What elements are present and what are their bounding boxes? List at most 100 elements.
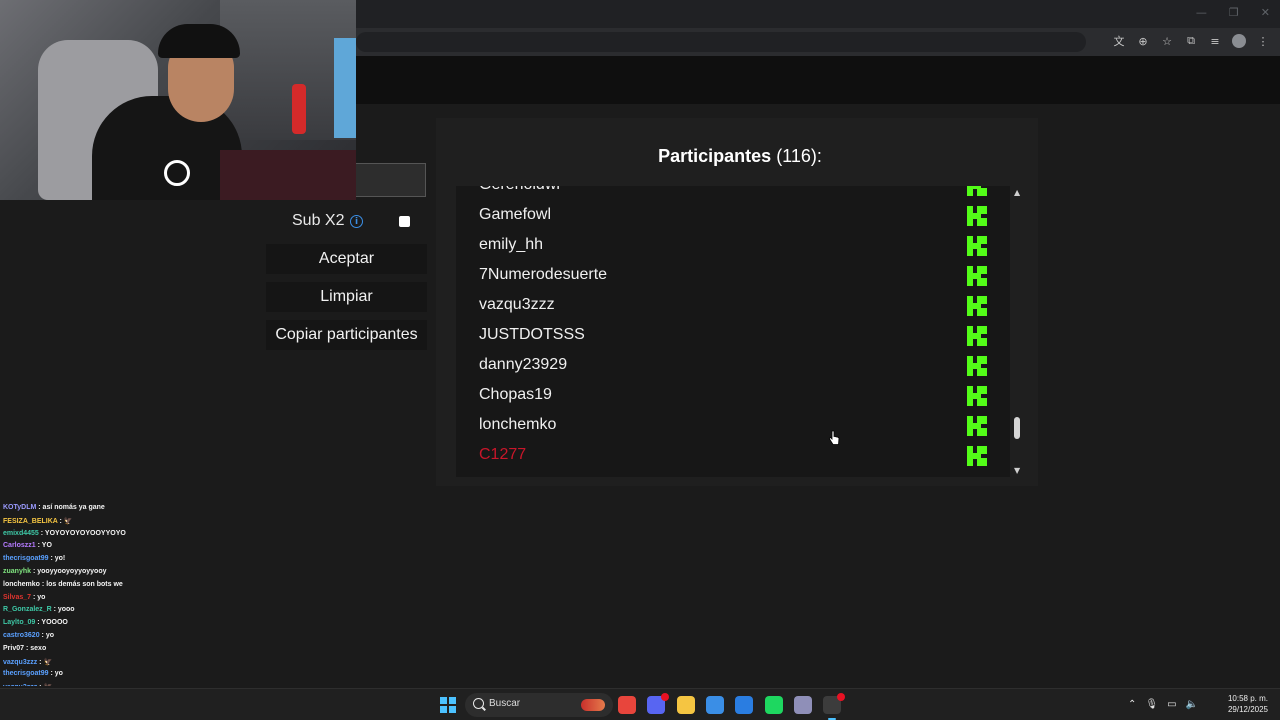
microsoft-store-icon[interactable]: [705, 696, 724, 714]
chat-message: thecrisgoat99 : yo!: [3, 555, 66, 563]
participant-row[interactable]: vazqu3zzz: [456, 291, 1010, 321]
accept-button[interactable]: Aceptar: [266, 244, 427, 274]
mail-icon[interactable]: [735, 696, 754, 714]
participant-row[interactable]: emily_hh: [456, 231, 1010, 261]
maximize-button[interactable]: ❐: [1229, 6, 1239, 19]
kick-icon: [967, 296, 987, 316]
profile-icon[interactable]: [1232, 34, 1246, 48]
spotify-icon[interactable]: [764, 696, 783, 714]
participant-row[interactable]: Chopas19: [456, 381, 1010, 411]
participants-count: (116):: [776, 146, 822, 166]
page-content: Sub X2 i Aceptar Limpiar Copiar particip…: [0, 0, 1280, 688]
participant-row[interactable]: C1277: [456, 441, 1010, 471]
chat-text: yo: [37, 593, 46, 601]
address-bar[interactable]: [356, 32, 1086, 52]
microphone-icon[interactable]: 🎙: [1145, 699, 1158, 710]
scroll-up-arrow-icon[interactable]: ▲: [1014, 188, 1020, 197]
chat-username: emixd4455: [3, 529, 39, 537]
participant-name: 7Numerodesuerte: [479, 266, 608, 283]
chat-text: los demás son bots we: [46, 580, 123, 588]
participants-list[interactable]: Gerenoldwl Gamefowl emily_hh 7Numerodesuert…: [456, 186, 1010, 477]
display-icon[interactable]: ▭: [1167, 699, 1176, 710]
clock-date: 29/12/2025: [1227, 705, 1268, 714]
reading-list-icon[interactable]: ≡: [1208, 34, 1222, 48]
chat-message: emixd4455 : YOYOYOYOYOOYYOYO: [3, 529, 126, 537]
chat-text: así nomás ya gane: [42, 504, 105, 511]
start-button[interactable]: [440, 697, 456, 713]
copy-participants-button[interactable]: Copiar participantes: [266, 320, 427, 350]
search-icon: [473, 698, 484, 709]
chat-message: vazqu3zzz : 🦅: [3, 658, 53, 666]
chat-message: R_Gonzalez_R : yooo: [3, 606, 75, 614]
participant-row[interactable]: Gerenoldwl: [456, 186, 1010, 201]
chat-text: 🦅: [63, 517, 73, 525]
kick-icon: [967, 206, 987, 226]
chat-username: zuanyhk: [3, 568, 32, 575]
chat-username: FESIZA_BELIKA: [3, 517, 58, 525]
menu-icon[interactable]: ⋮: [1256, 34, 1270, 48]
star-icon[interactable]: ☆: [1160, 34, 1174, 48]
chat-message: Carloszz1 : YO: [3, 542, 52, 550]
stream-chat-overlay: KOTyDLM : así nomás ya gane FESIZA_BELIKA…: [0, 502, 220, 686]
chevron-up-icon[interactable]: ⌃: [1128, 699, 1136, 710]
clear-button[interactable]: Limpiar: [266, 282, 427, 312]
search-highlight-icon: [581, 699, 605, 711]
minimize-button[interactable]: —: [1196, 6, 1207, 19]
participant-name: C1277: [479, 446, 527, 463]
chat-text: yooyyooyoyyoyyooy: [37, 568, 107, 575]
scroll-thumb[interactable]: [1014, 417, 1020, 439]
kick-icon: [967, 356, 987, 376]
info-icon[interactable]: i: [350, 215, 363, 228]
participant-row[interactable]: lonchemko: [456, 411, 1010, 441]
participant-name: JUSTDOTSSS: [479, 326, 585, 343]
subx2-row: Sub X2 i: [266, 210, 428, 234]
elgato-logo-icon: [164, 160, 190, 186]
chat-message: vazqu3zzz : 🦅: [3, 683, 52, 686]
chat-text: yo: [54, 670, 63, 678]
kick-icon: [967, 446, 987, 466]
chat-username: lonchemko: [3, 580, 40, 588]
participant-name: Gamefowl: [479, 206, 552, 223]
translate-icon[interactable]: 文: [1112, 34, 1126, 48]
participants-scrollbar[interactable]: ▲ ▼: [1011, 186, 1023, 477]
participant-row[interactable]: JUSTDOTSSS: [456, 321, 1010, 351]
participant-name: Chopas19: [479, 386, 552, 403]
chat-username: Carloszz1: [3, 542, 36, 550]
file-explorer-icon[interactable]: [676, 696, 695, 714]
obs-icon[interactable]: [823, 693, 846, 720]
chrome-icon[interactable]: [618, 696, 636, 714]
taskbar-search[interactable]: Buscar: [465, 693, 613, 717]
hand-cursor-icon: [828, 430, 840, 445]
discord-icon[interactable]: [647, 693, 670, 714]
system-tray: ⌃ 🎙 ▭ 🔈: [1128, 699, 1198, 710]
chat-text: 🦅: [43, 684, 52, 686]
chat-text: sexo: [30, 644, 47, 652]
chat-username: KOTyDLM: [3, 504, 37, 511]
volume-icon[interactable]: 🔈: [1186, 699, 1198, 710]
chat-message: Silvas_7 : yo: [3, 593, 46, 601]
chat-message: lonchemko : los demás son bots we: [3, 580, 123, 588]
participant-row[interactable]: 7Numerodesuerte: [456, 261, 1010, 291]
participant-row[interactable]: danny23929: [456, 351, 1010, 381]
scroll-down-arrow-icon[interactable]: ▼: [1014, 466, 1020, 475]
search-label: Buscar: [489, 698, 521, 709]
app-icon[interactable]: [793, 696, 812, 714]
extensions-icon[interactable]: ⧉: [1184, 34, 1198, 48]
kick-icon: [967, 266, 987, 286]
clock[interactable]: 10:58 p. m. 29/12/2025: [1228, 693, 1268, 715]
close-button[interactable]: ✕: [1261, 6, 1270, 19]
chat-message: FESIZA_BELIKA : 🦅: [3, 517, 73, 525]
keyword-input[interactable]: [352, 163, 426, 197]
kick-icon: [967, 416, 987, 436]
participant-name: emily_hh: [479, 236, 544, 253]
chat-text: 🦅: [43, 658, 53, 666]
zoom-icon[interactable]: ⊕: [1136, 34, 1150, 48]
chat-username: Priv07: [3, 644, 25, 652]
subx2-checkbox[interactable]: [399, 216, 410, 227]
chat-text: yooo: [57, 606, 75, 614]
chat-username: R_Gonzalez_R: [3, 606, 52, 614]
participant-row[interactable]: Gamefowl: [456, 201, 1010, 231]
chat-username: vazqu3zzz: [3, 658, 38, 666]
participant-name: lonchemko: [479, 416, 557, 433]
chat-text: YOOOO: [41, 619, 68, 627]
